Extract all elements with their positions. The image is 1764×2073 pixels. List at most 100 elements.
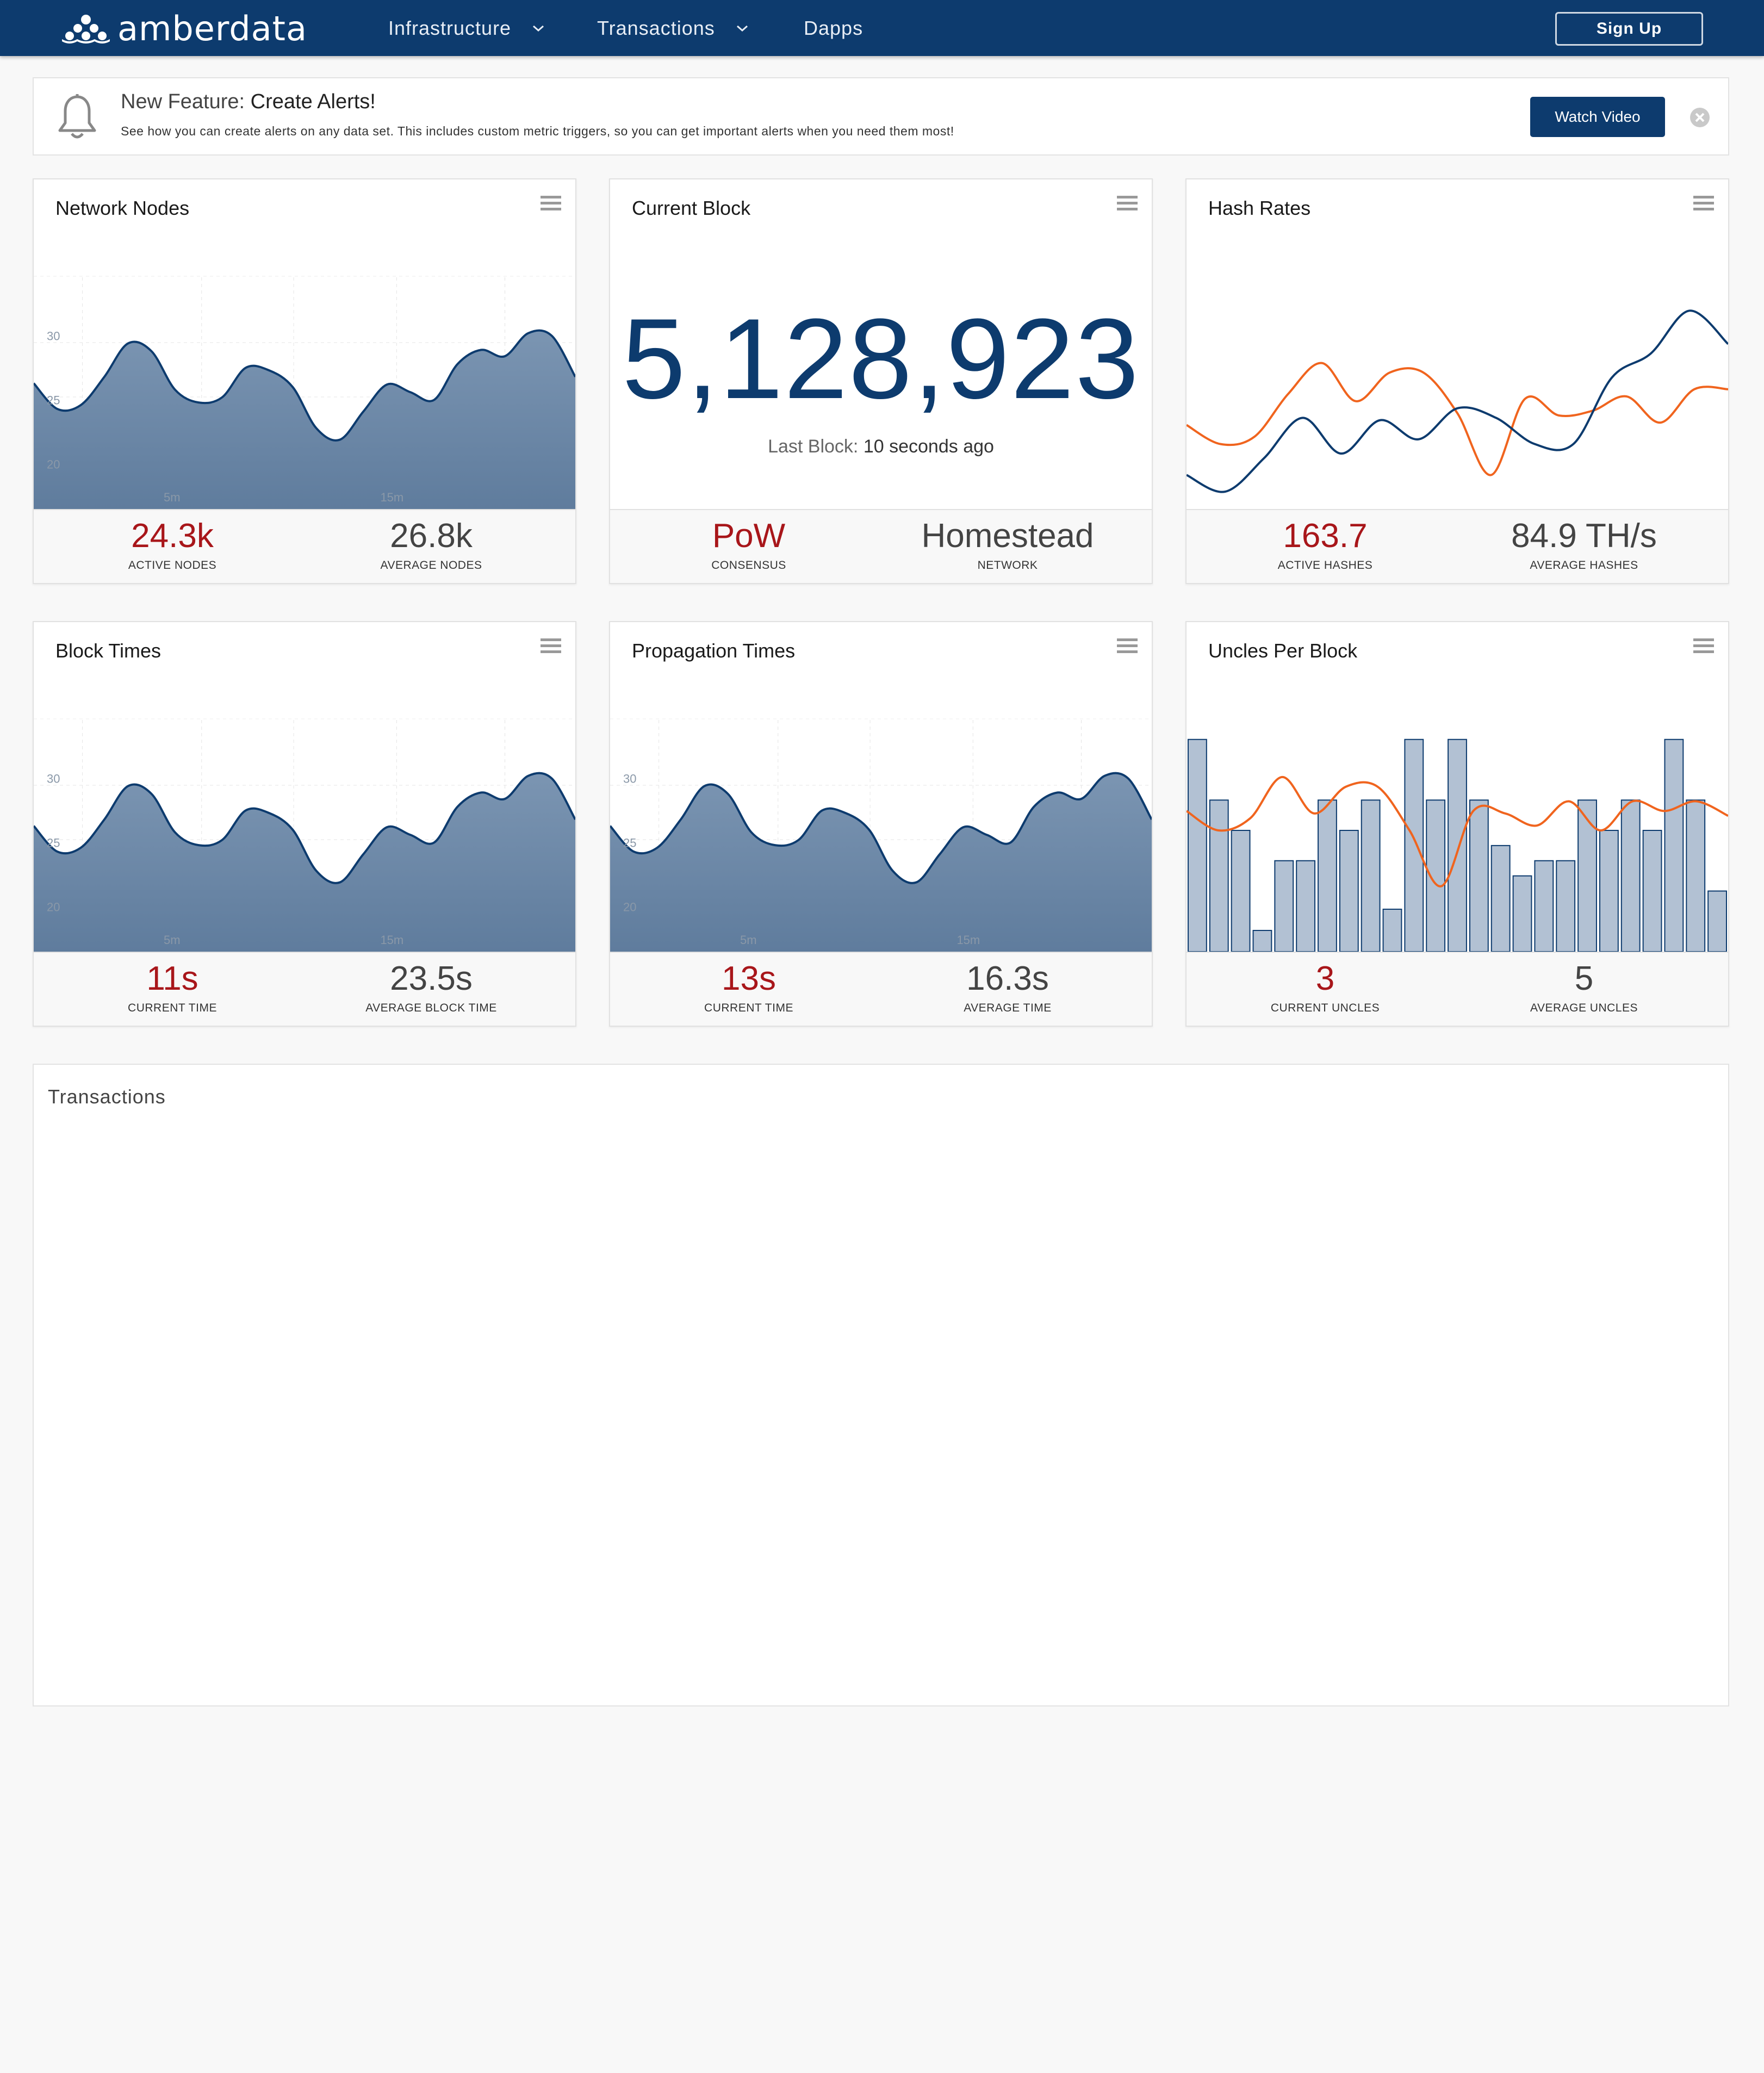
uncle-bar (1556, 860, 1576, 952)
current-time-stat: 11s CURRENT TIME (45, 957, 300, 1015)
card-title: Hash Rates (1208, 197, 1311, 219)
uncle-bar (1339, 830, 1359, 952)
stat-value: 163.7 (1283, 517, 1368, 555)
y-tick-label: 20 (47, 900, 60, 914)
y-tick-label: 25 (47, 836, 60, 849)
card-footer: PoW CONSENSUS Homestead NETWORK (610, 509, 1152, 583)
alert-title: New Feature: Create Alerts! (121, 90, 376, 114)
uncle-bar (1534, 860, 1554, 952)
stat-label: AVERAGE NODES (380, 559, 482, 572)
top-navbar: amberdata Infrastructure Transactions Da… (0, 0, 1764, 56)
active-hashes-stat: 163.7 ACTIVE HASHES (1197, 514, 1453, 572)
stat-label: AVERAGE TIME (964, 1002, 1052, 1014)
card-title: Block Times (55, 640, 162, 662)
current-uncles-stat: 3 CURRENT UNCLES (1197, 957, 1453, 1015)
stat-value: 13s (722, 960, 776, 997)
card-title: Network Nodes (55, 197, 190, 219)
stat-label: CONSENSUS (711, 559, 786, 572)
stat-value: 16.3s (966, 960, 1049, 997)
area-fill (610, 773, 1152, 952)
brand-name: amberdata (117, 8, 307, 48)
uncle-bar (1209, 799, 1229, 952)
x-tick-label: 15m (380, 491, 403, 504)
chevron-down-icon (736, 25, 748, 32)
stat-label: ACTIVE NODES (128, 559, 217, 572)
average-time-stat: 16.3s AVERAGE TIME (880, 957, 1135, 1015)
nav-infrastructure[interactable]: Infrastructure (388, 13, 545, 44)
stat-label: AVERAGE UNCLES (1530, 1002, 1638, 1014)
propagation-times-chart: 30 25 20 5m 15m (610, 718, 1152, 952)
card-footer: 11s CURRENT TIME 23.5s AVERAGE BLOCK TIM… (34, 952, 575, 1026)
stat-value: 84.9 TH/s (1511, 517, 1657, 555)
stat-value: 3 (1315, 960, 1335, 997)
uncle-bar (1404, 738, 1424, 952)
menu-icon[interactable] (541, 195, 561, 212)
last-block-label: Last Block: (768, 436, 859, 457)
nav-transactions[interactable]: Transactions (597, 13, 749, 44)
uncle-bar (1707, 890, 1727, 952)
watch-video-button[interactable]: Watch Video (1530, 97, 1665, 137)
uncle-bar (1686, 799, 1706, 952)
amberdata-logo-icon (62, 15, 110, 44)
card-footer: 163.7 ACTIVE HASHES 84.9 TH/s AVERAGE HA… (1187, 509, 1728, 583)
uncle-bar (1296, 860, 1316, 952)
menu-icon[interactable] (1117, 195, 1138, 212)
close-icon[interactable] (1689, 107, 1711, 128)
bell-icon (58, 94, 96, 139)
area-fill (34, 330, 575, 509)
stat-label: AVERAGE BLOCK TIME (365, 1002, 497, 1014)
alert-feature-name: Create Alerts! (250, 90, 376, 113)
uncle-bar (1252, 929, 1272, 952)
y-tick-label: 20 (47, 457, 60, 471)
stat-label: ACTIVE HASHES (1277, 559, 1373, 572)
current-time-stat: 13s CURRENT TIME (621, 957, 877, 1015)
x-tick-label: 5m (740, 933, 757, 947)
average-hashes-stat: 84.9 TH/s AVERAGE HASHES (1456, 514, 1712, 572)
menu-icon[interactable] (1693, 195, 1714, 212)
uncle-bar (1448, 738, 1467, 952)
average-block-time-stat: 23.5s AVERAGE BLOCK TIME (303, 957, 559, 1015)
uncle-bar (1231, 830, 1251, 952)
propagation-times-card: Propagation Times 30 25 20 5m 15m 13s CURREN… (609, 621, 1153, 1027)
uncle-bar (1318, 799, 1337, 952)
stat-label: NETWORK (977, 559, 1038, 572)
current-block-card: Current Block 5,128,923 Last Block: 10 s… (609, 178, 1153, 584)
consensus-stat: PoW CONSENSUS (621, 514, 877, 572)
stat-value: 24.3k (131, 517, 214, 555)
card-title: Uncles Per Block (1208, 640, 1358, 662)
feature-alert-banner: New Feature: Create Alerts! See how you … (33, 77, 1729, 156)
brand-logo[interactable]: amberdata (61, 8, 307, 48)
stat-value: Homestead (921, 517, 1094, 555)
menu-icon[interactable] (1693, 637, 1714, 655)
uncle-bar (1512, 875, 1532, 952)
navy-series-line (1187, 309, 1728, 493)
stat-value: 23.5s (390, 960, 473, 997)
stat-value: 5 (1574, 960, 1594, 997)
uncle-bar (1274, 860, 1294, 952)
uncle-bar (1490, 845, 1511, 952)
nav-transactions-label: Transactions (597, 17, 715, 39)
block-times-chart: 30 25 20 5m 15m (34, 718, 575, 952)
nav-dapps[interactable]: Dapps (804, 13, 863, 44)
uncle-bar (1188, 738, 1207, 952)
uncle-bar (1577, 799, 1597, 952)
stat-value: PoW (712, 517, 786, 555)
stat-value: 11s (146, 960, 198, 997)
area-fill (34, 773, 575, 952)
alert-description: See how you can create alerts on any dat… (121, 124, 954, 138)
card-title: Propagation Times (632, 640, 796, 662)
active-nodes-stat: 24.3k ACTIVE NODES (45, 514, 300, 572)
transactions-title: Transactions (48, 1085, 166, 1108)
stat-label: AVERAGE HASHES (1530, 559, 1638, 572)
card-footer: 24.3k ACTIVE NODES 26.8k AVERAGE NODES (34, 509, 575, 583)
uncle-bar (1361, 799, 1381, 952)
sign-up-button[interactable]: Sign Up (1555, 12, 1703, 46)
uncle-bar (1664, 738, 1684, 952)
uncles-per-block-card: Uncles Per Block 3 CURRENT UNCLES 5 AVER… (1185, 621, 1729, 1027)
menu-icon[interactable] (541, 637, 561, 655)
card-title: Current Block (632, 197, 751, 219)
menu-icon[interactable] (1117, 637, 1138, 655)
y-tick-label: 25 (623, 836, 636, 849)
y-tick-label: 20 (623, 900, 636, 914)
stat-label: CURRENT TIME (128, 1002, 217, 1014)
